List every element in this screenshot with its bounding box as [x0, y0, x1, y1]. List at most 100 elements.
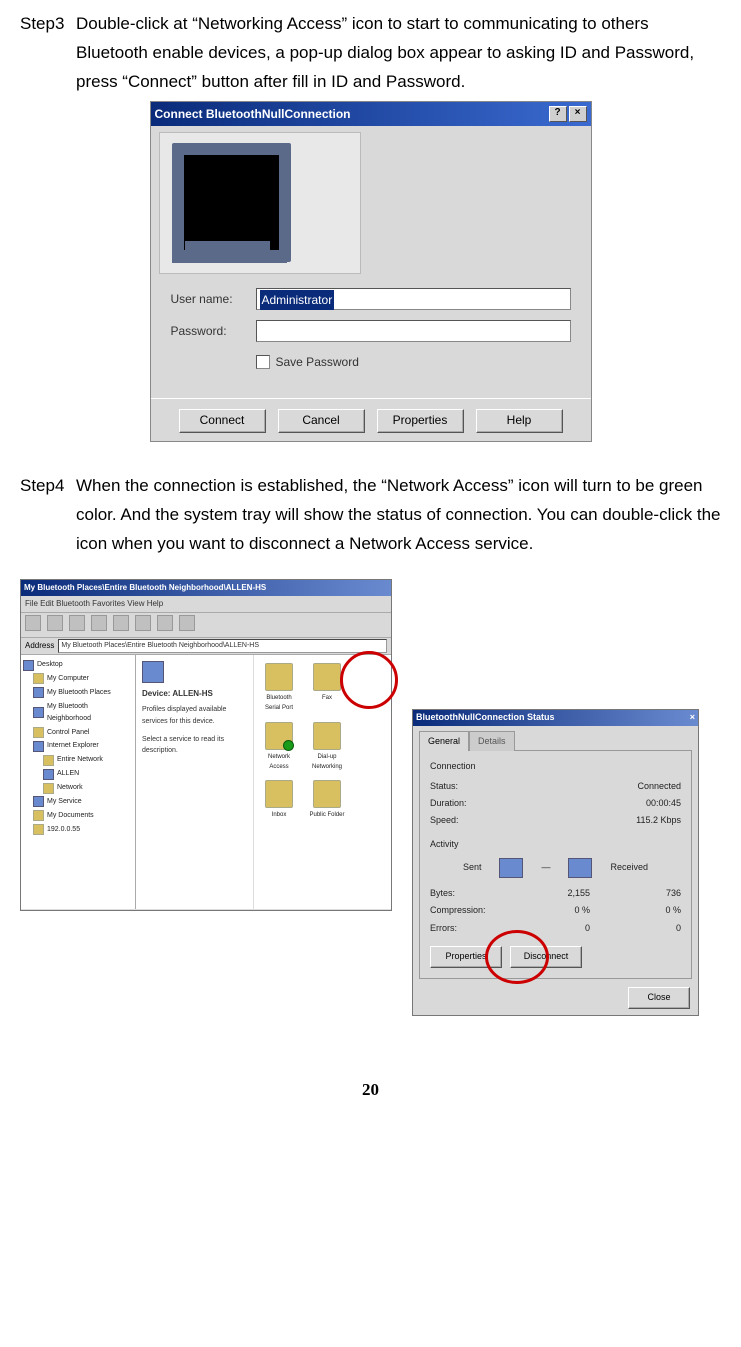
- connect-button[interactable]: Connect: [179, 409, 266, 433]
- speed-value: 115.2 Kbps: [510, 813, 681, 828]
- compression-label: Compression:: [430, 903, 520, 918]
- service-serial-port[interactable]: Bluetooth Serial Port: [260, 663, 298, 713]
- tree-item-label: My Computer: [47, 673, 89, 685]
- connect-dialog-buttons: Connect Cancel Properties Help: [151, 398, 591, 441]
- service-label: Fax: [322, 695, 332, 701]
- connect-form: User name: Administrator Password: Save …: [151, 288, 591, 386]
- service-label: Bluetooth Serial Port: [265, 695, 293, 711]
- screenshots-row: My Bluetooth Places\Entire Bluetooth Nei…: [20, 579, 721, 1016]
- views-icon[interactable]: [179, 615, 195, 631]
- tab-details[interactable]: Details: [469, 731, 515, 751]
- explorer-toolbar: [21, 613, 391, 638]
- service-label: Dial-up Networking: [312, 754, 342, 770]
- monitor-foot-icon: [172, 255, 287, 263]
- help-button[interactable]: Help: [476, 409, 563, 433]
- service-label: Public Folder: [309, 812, 344, 818]
- speed-label: Speed:: [430, 813, 510, 828]
- step3-text: Double-click at “Networking Access” icon…: [76, 10, 721, 97]
- activity-group-title: Activity: [430, 837, 681, 852]
- duration-value: 00:00:45: [510, 796, 681, 811]
- inbox-icon: [265, 780, 293, 808]
- status-body: Connection Status:Connected Duration:00:…: [419, 750, 692, 978]
- connect-dialog-title: Connect BluetoothNullConnection: [155, 104, 547, 124]
- username-input[interactable]: Administrator: [256, 288, 571, 310]
- service-label: Inbox: [272, 812, 287, 818]
- tree-item-label: My Bluetooth Places: [47, 687, 111, 699]
- status-tabs: General Details: [413, 726, 698, 750]
- password-label: Password:: [171, 321, 256, 341]
- tree-item-label: 192.0.0.55: [47, 824, 80, 836]
- search-icon[interactable]: [91, 615, 107, 631]
- tab-general[interactable]: General: [419, 731, 469, 751]
- errors-sent: 0: [520, 921, 590, 936]
- service-network-access[interactable]: Network Access: [260, 722, 298, 772]
- tree-item-label: My Bluetooth Neighborhood: [47, 701, 133, 725]
- bytes-recv: 736: [590, 886, 681, 901]
- step4-row: Step4 When the connection is established…: [20, 472, 721, 559]
- service-fax[interactable]: Fax: [308, 663, 346, 713]
- duration-label: Duration:: [430, 796, 510, 811]
- back-icon[interactable]: [25, 615, 41, 631]
- save-password-label: Save Password: [276, 352, 359, 372]
- forward-icon[interactable]: [47, 615, 63, 631]
- step4-text: When the connection is established, the …: [76, 472, 721, 559]
- explorer-menubar[interactable]: File Edit Bluetooth Favorites View Help: [21, 596, 391, 613]
- dialog-illustration: [159, 132, 361, 274]
- info-desc1: Profiles displayed available services fo…: [142, 704, 247, 728]
- explorer-title: My Bluetooth Places\Entire Bluetooth Nei…: [21, 580, 391, 596]
- errors-recv: 0: [590, 921, 681, 936]
- save-password-checkbox[interactable]: [256, 355, 270, 369]
- connect-icon[interactable]: [113, 615, 129, 631]
- password-input[interactable]: [256, 320, 571, 342]
- services-pane: Bluetooth Serial Port Fax Network Access: [254, 655, 391, 909]
- bytes-label: Bytes:: [430, 886, 520, 901]
- status-close-button-bottom[interactable]: Close: [628, 987, 690, 1009]
- info-desc2: Select a service to read its description…: [142, 734, 247, 758]
- dialup-icon: [313, 722, 341, 750]
- status-titlebar: BluetoothNullConnection Status ×: [413, 710, 698, 726]
- public-folder-icon: [313, 780, 341, 808]
- status-properties-button[interactable]: Properties: [430, 946, 502, 968]
- status-close-button[interactable]: ×: [690, 710, 695, 725]
- service-inbox[interactable]: Inbox: [260, 780, 298, 820]
- step3-label: Step3: [20, 10, 76, 97]
- help-titlebar-button[interactable]: ?: [549, 106, 567, 122]
- disconnect-button[interactable]: Disconnect: [510, 946, 582, 968]
- service-public-folder[interactable]: Public Folder: [308, 780, 346, 820]
- address-input[interactable]: My Bluetooth Places\Entire Bluetooth Nei…: [58, 639, 387, 653]
- status-dialog: BluetoothNullConnection Status × General…: [412, 709, 699, 1016]
- fax-icon: [313, 663, 341, 691]
- up-icon[interactable]: [69, 615, 85, 631]
- computer-icon: [568, 858, 592, 878]
- username-label: User name:: [171, 289, 256, 309]
- status-label: Status:: [430, 779, 510, 794]
- tree-item-label: Network: [57, 782, 83, 794]
- explorer-window: My Bluetooth Places\Entire Bluetooth Nei…: [20, 579, 392, 911]
- folder-tree[interactable]: Desktop My Computer My Bluetooth Places …: [21, 655, 136, 909]
- address-bar: Address My Bluetooth Places\Entire Bluet…: [21, 638, 391, 655]
- serial-port-icon: [265, 663, 293, 691]
- address-label: Address: [25, 639, 54, 653]
- info-title: Device: ALLEN-HS: [142, 687, 247, 701]
- tree-item-label: My Documents: [47, 810, 94, 822]
- tree-item-label: Entire Network: [57, 754, 103, 766]
- service-dialup[interactable]: Dial-up Networking: [308, 722, 346, 772]
- delete-icon[interactable]: [157, 615, 173, 631]
- connect-dialog: Connect BluetoothNullConnection ? × User…: [150, 101, 592, 443]
- tree-item-label: My Service: [47, 796, 82, 808]
- connect-dialog-wrap: Connect BluetoothNullConnection ? × User…: [20, 101, 721, 443]
- tree-item-label: ALLEN: [57, 768, 79, 780]
- step4-label: Step4: [20, 472, 76, 559]
- cancel-button[interactable]: Cancel: [278, 409, 365, 433]
- properties-button[interactable]: Properties: [377, 409, 464, 433]
- step3-row: Step3 Double-click at “Networking Access…: [20, 10, 721, 97]
- status-value: Connected: [510, 779, 681, 794]
- computer-icon: [499, 858, 523, 878]
- device-icon: [142, 661, 164, 683]
- disconnect-icon[interactable]: [135, 615, 151, 631]
- connection-group-title: Connection: [430, 759, 681, 774]
- received-label: Received: [610, 860, 648, 875]
- close-titlebar-button[interactable]: ×: [569, 106, 587, 122]
- sent-label: Sent: [463, 860, 482, 875]
- network-access-icon: [265, 722, 293, 750]
